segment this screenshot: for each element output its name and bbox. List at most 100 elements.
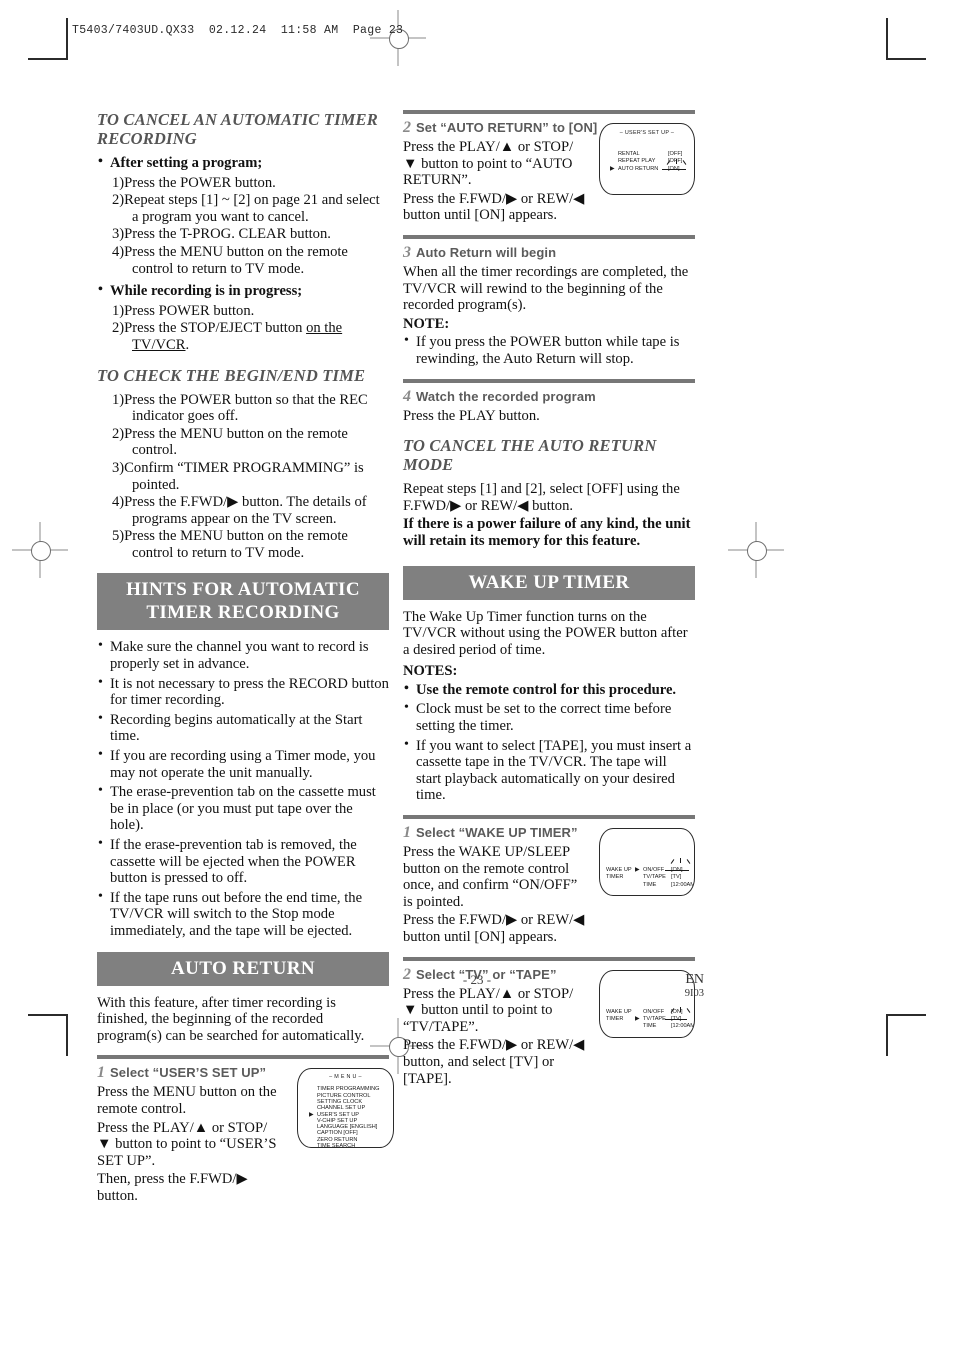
osd-heading-line: WAKE UP [606,1008,632,1015]
step-body: Press the MENU button on the remote cont… [97,1084,279,1204]
manual-page: TO CANCEL AN AUTOMATIC TIMER RECORDING A… [0,0,954,1204]
osd-title: – USER'S SET UP – [619,130,675,136]
osd-row: RENTAL [OFF] [618,151,690,158]
right-column: 2 Set “AUTO RETURN” to [ON] Press the PLA… [403,110,695,1089]
auto-return-step-1: 1 Select “USER’S SET UP” Press the MENU b… [97,1064,394,1204]
osd-blink-rays-icon [668,1006,694,1024]
osd-pointer-icon: ▶ [309,1111,314,1118]
step-line: Press the F.FWD/▶ or REW/◀ button until … [403,190,585,224]
step-title: Select “WAKE UP TIMER” [416,825,578,841]
step-text: 2)Press the STOP/EJECT button [112,320,307,337]
step-divider [403,234,695,239]
list-item: Use the remote control for this procedur… [403,681,695,699]
auto-return-step-2: 2 Set “AUTO RETURN” to [ON] Press the PLA… [403,119,695,224]
step-divider [403,110,695,114]
osd-item-list: TIMER PROGRAMMING PICTURE CONTROL SETTIN… [309,1086,379,1149]
osd-heading: WAKE UP TIMER [606,1009,632,1023]
step-title: Auto Return will begin [416,244,557,260]
step-line: Press the WAKE UP/SLEEP button on the re… [403,844,578,910]
check-time-steps: 1)Press the POWER button so that the REC… [97,392,389,562]
osd-row-label: TV/TAPE [643,1015,666,1022]
list-item: 3)Press the T-PROG. CLEAR button. [112,226,331,243]
list-item: If the erase-prevention tab is removed, … [97,836,389,887]
wake-up-notes: Use the remote control for this procedur… [403,681,695,804]
step-line: Press the F.FWD/▶ or REW/◀ button, and s… [403,1037,585,1087]
step-line: Press the PLAY/▲ or STOP/▼ button until … [403,985,574,1035]
cancel-timer-heading: TO CANCEL AN AUTOMATIC TIMER RECORDING [97,110,378,148]
hints-list: Make sure the channel you want to record… [97,638,389,940]
list-item: The erase-prevention tab on the cassette… [97,783,389,834]
hints-banner: HINTS FOR AUTOMATIC TIMER RECORDING [97,573,389,631]
step-number: 1 [403,824,411,842]
left-column: TO CANCEL AN AUTOMATIC TIMER RECORDING A… [97,110,394,1207]
wake-up-timer-banner: WAKE UP TIMER [403,565,695,600]
list-item: 4)Press the F.FWD/▶ button. The details … [112,494,367,527]
osd-row: TIME [12:00AM] [643,881,694,889]
step-body-text: Press the PLAY button. [403,407,540,424]
list-item: 2)Repeat steps [1] ~ [2] on page 21 and … [112,192,380,225]
step-number: 1 [97,1064,105,1082]
cancel-auto-return-note: If there is a power failure of any kind,… [403,516,691,549]
step-title: Set “AUTO RETURN” to [ON] [416,120,598,135]
cancel-auto-return-heading: TO CANCEL THE AUTO RETURN MODE [403,436,657,475]
osd-blink-rays-icon [668,858,694,875]
step-number: 2 [403,119,411,136]
page-number: - 23 - [462,972,492,987]
footer-code: 9I03 [684,988,704,999]
step-body: Press the PLAY/▲ or STOP/▼ button to poi… [403,139,585,224]
auto-return-step-3: 3 Auto Return will begin When all the tim… [403,244,695,368]
step-line: Press the PLAY/▲ or STOP/▼ button to poi… [97,1119,277,1169]
users-setup-osd-screen: – USER'S SET UP – RENTAL [OFF] REPEAT PL… [599,123,695,195]
osd-row-label: ON/OFF [643,1008,665,1015]
auto-return-intro: With this feature, after timer recording… [97,994,365,1044]
list-item: If you press the POWER button while tape… [403,333,695,367]
osd-row-list: ON/OFF [ON] ▶ TV/TAPE [TV] TIME [12:00AM… [635,1006,694,1031]
wake-up-step-1: 1 Select “WAKE UP TIMER” Press the WAKE U… [403,824,695,946]
osd-row-label: REPEAT PLAY [618,158,656,165]
step-divider [403,378,695,383]
osd-pointer-icon: ▶ [610,165,615,172]
osd-row-list: ▶ ON/OFF [ON] TV/TAPE [TV] TIME [12:00AM… [635,858,694,889]
osd-row-value: [OFF] [668,151,683,157]
list-item: If you are recording using a Timer mode,… [97,747,389,781]
step-body-text: When all the timer recordings are comple… [403,263,689,314]
notes-label: NOTES: [403,663,458,680]
list-item: 1)Press POWER button. [112,302,255,319]
list-item: Clock must be set to the correct time be… [403,700,695,734]
step-tail: . [185,336,190,353]
osd-heading-line: TIMER [606,1015,624,1022]
list-item: It is not necessary to press the RECORD … [97,675,389,709]
step-header: 4 Watch the recorded program [403,388,695,406]
osd-title: – M E N U – [329,1074,362,1081]
step-title: Select “USER’S SET UP” [110,1065,267,1081]
osd-row-label: TV/TAPE [643,874,666,881]
osd-item: TIME SEARCH [317,1143,356,1149]
check-time-heading: TO CHECK THE BEGIN/END TIME [97,365,366,385]
crop-mark-bottom-right-v [886,1016,888,1056]
step-body: Press the PLAY/▲ or STOP/▼ button until … [403,986,585,1088]
list-item: 4)Press the MENU button on the remote co… [112,243,348,277]
step-divider [403,815,695,820]
step-divider [97,1055,389,1060]
osd-heading-line: WAKE UP [606,867,632,874]
osd-pointer-icon: ▶ [635,1015,640,1022]
list-item: Make sure the channel you want to record… [97,638,389,672]
wake-up-intro: The Wake Up Timer function turns on the … [403,608,688,658]
osd-heading: WAKE UP TIMER [606,867,632,881]
step-line: Press the PLAY/▲ or STOP/▼ button to poi… [403,139,574,189]
step-line: Press the F.FWD/▶ or REW/◀ button until … [403,912,585,945]
crop-mark-bottom-left-v [66,1016,68,1056]
list-item: If you want to select [TAPE], you must i… [403,737,695,804]
cancel-group-2: While recording is in progress; [97,282,389,300]
osd-row-label: ON/OFF [643,867,665,874]
list-item: 3)Confirm “TIMER PROGRAMMING” is pointed… [112,459,364,493]
list-item: 1)Press the POWER button. [112,174,276,191]
osd-item-label: USER'S SET UP [317,1111,359,1118]
osd-row-label: TIME [643,881,657,888]
osd-row-label: RENTAL [618,151,640,157]
list-item: Recording begins automatically at the St… [97,711,389,745]
step-title: Watch the recorded program [416,388,596,404]
list-item: If the tape runs out before the end time… [97,889,389,940]
osd-row-label: AUTO RETURN [618,165,659,172]
footer-language: EN [685,972,704,987]
